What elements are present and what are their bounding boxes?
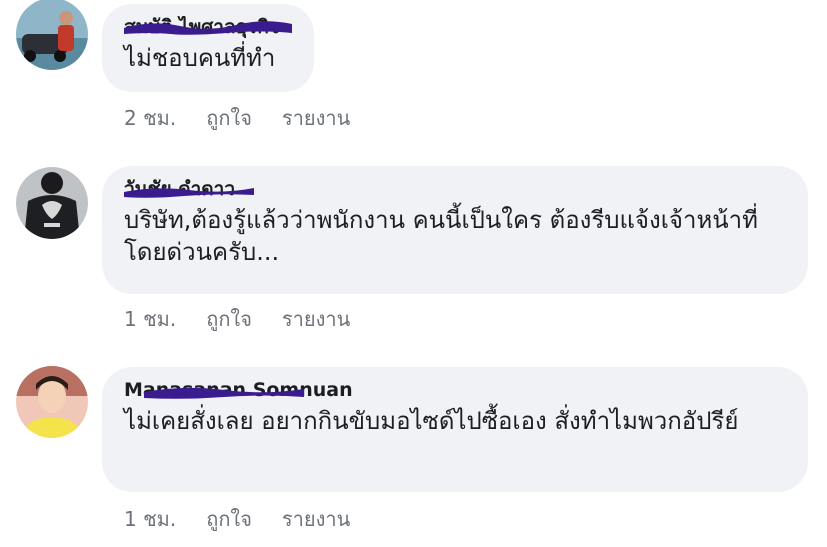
comment-bubble: Manasanan Somnuan ไม่เคยสั่งเลย อยากกินข… xyxy=(102,367,808,492)
author-name[interactable]: สมบัติ ไพศาลธุรกิจ xyxy=(124,16,292,38)
avatar[interactable] xyxy=(16,0,88,70)
report-link[interactable]: รายงาน xyxy=(282,102,350,134)
like-link[interactable]: ถูกใจ xyxy=(206,503,252,535)
comment-text: ไม่เคยสั่งเลย อยากกินขับมอไซด์ไปซื้อเอง … xyxy=(124,407,739,435)
comment-bubble: สมบัติ ไพศาลธุรกิจ ไม่ชอบคนที่ทำ xyxy=(102,4,314,92)
comment-bubble: วันชัย ดำดาว บริษัท,ต้องรู้แล้วว่าพนักงา… xyxy=(102,166,808,294)
comment-text: ไม่ชอบคนที่ทำ xyxy=(124,44,276,72)
comment-actions: 1 ชม. ถูกใจ รายงาน xyxy=(124,503,350,535)
author-name[interactable]: วันชัย ดำดาว xyxy=(124,178,786,200)
avatar[interactable] xyxy=(16,366,88,438)
comment-timestamp[interactable]: 1 ชม. xyxy=(124,503,176,535)
author-name[interactable]: Manasanan Somnuan xyxy=(124,379,786,401)
avatar[interactable] xyxy=(16,167,88,239)
comment-text: บริษัท,ต้องรู้แล้วว่าพนักงาน คนนี้เป็นใค… xyxy=(124,206,758,266)
report-link[interactable]: รายงาน xyxy=(282,303,350,335)
like-link[interactable]: ถูกใจ xyxy=(206,102,252,134)
comment-timestamp[interactable]: 2 ชม. xyxy=(124,102,176,134)
comment-actions: 1 ชม. ถูกใจ รายงาน xyxy=(124,303,350,335)
comment-timestamp[interactable]: 1 ชม. xyxy=(124,303,176,335)
report-link[interactable]: รายงาน xyxy=(282,503,350,535)
like-link[interactable]: ถูกใจ xyxy=(206,303,252,335)
comment-actions: 2 ชม. ถูกใจ รายงาน xyxy=(124,102,350,134)
